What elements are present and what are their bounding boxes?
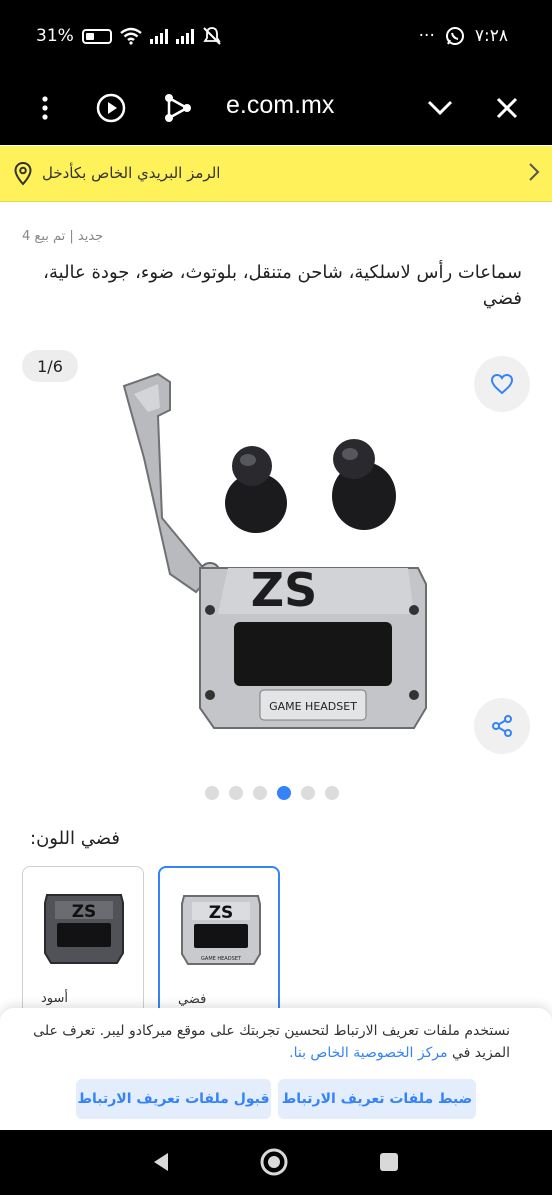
status-right: ··· ٧:٢٨ <box>419 26 508 46</box>
close-icon[interactable] <box>489 90 525 126</box>
color-option-label: فضي <box>178 992 207 1007</box>
color-option-label: أسود <box>41 991 69 1006</box>
share-nodes-icon[interactable] <box>160 90 196 126</box>
location-pin-icon <box>14 162 32 186</box>
heart-icon <box>490 373 514 395</box>
cookie-settings-button[interactable]: ضبط ملفات تعريف الارتباط <box>278 1079 476 1119</box>
image-counter: 1/6 <box>22 350 78 382</box>
system-nav-bar <box>0 1130 552 1195</box>
pagination-dot[interactable] <box>301 786 315 800</box>
zip-code-prompt: الرمز البريدي الخاص بكأدخل <box>42 164 221 182</box>
more-vert-icon[interactable] <box>27 90 63 126</box>
accept-cookies-button[interactable]: قبول ملفات تعريف الارتباط <box>76 1079 271 1119</box>
case-logo: ZS <box>251 563 317 617</box>
color-option-black[interactable]: ZS أسود <box>22 866 144 1016</box>
chevron-down-icon[interactable] <box>422 90 458 126</box>
browser-toolbar: e.com.mx <box>0 72 552 145</box>
color-label: فضي اللون: <box>30 828 120 849</box>
play-icon[interactable] <box>93 90 129 126</box>
wifi-icon <box>120 27 142 45</box>
case-label: GAME HEADSET <box>269 700 357 713</box>
cookie-banner: نستخدم ملفات تعريف الارتباط لتحسين تجربت… <box>0 1008 552 1130</box>
home-icon[interactable] <box>258 1146 290 1178</box>
clock: ٧:٢٨ <box>474 26 508 46</box>
color-thumb-black: ZS <box>44 894 124 964</box>
whatsapp-icon <box>445 27 464 45</box>
back-icon[interactable] <box>144 1146 176 1178</box>
svg-text:GAME HEADSET: GAME HEADSET <box>201 956 242 962</box>
svg-text:ZS: ZS <box>72 902 97 922</box>
chevron-right-icon <box>529 163 540 181</box>
share-button[interactable] <box>474 698 530 754</box>
product-image[interactable]: ZS GAME HEADSET <box>118 368 432 740</box>
image-pagination-dots <box>205 786 339 800</box>
color-option-silver[interactable]: ZS GAME HEADSET فضي <box>158 866 280 1016</box>
pagination-dot[interactable] <box>325 786 339 800</box>
status-bar: 31% ··· ٧:٢٨ <box>0 0 552 72</box>
battery-percent: 31% <box>36 26 74 46</box>
cookie-message: نستخدم ملفات تعريف الارتباط لتحسين تجربت… <box>33 1023 510 1061</box>
pagination-dot[interactable] <box>253 786 267 800</box>
privacy-center-link[interactable]: مركز الخصوصية الخاص بنا. <box>289 1045 447 1061</box>
battery-icon <box>81 28 112 44</box>
earbud-left <box>225 446 287 533</box>
pagination-dot[interactable] <box>205 786 219 800</box>
signal-icon-1 <box>149 28 168 44</box>
more-notifications-icon: ··· <box>418 26 435 46</box>
mute-icon <box>203 27 221 45</box>
share-icon <box>492 715 512 737</box>
earbud-right <box>332 439 396 530</box>
case-lid <box>122 372 221 594</box>
condition-sold-count: جديد | تم بيع 4 <box>22 229 104 244</box>
pagination-dot[interactable] <box>229 786 243 800</box>
zip-code-bar[interactable]: الرمز البريدي الخاص بكأدخل <box>0 146 552 202</box>
status-left: 31% <box>36 26 222 46</box>
svg-text:ZS: ZS <box>209 903 234 923</box>
pagination-dot[interactable] <box>277 786 291 800</box>
product-title: سماعات رأس لاسلكية، شاحن متنقل، بلوتوث، … <box>43 262 522 309</box>
signal-icon-2 <box>175 28 194 44</box>
color-thumb-silver: ZS GAME HEADSET <box>181 895 261 965</box>
case-body: ZS GAME HEADSET <box>199 563 427 729</box>
url-field[interactable]: e.com.mx <box>226 91 334 120</box>
favorite-button[interactable] <box>474 356 530 412</box>
recents-icon[interactable] <box>373 1146 405 1178</box>
